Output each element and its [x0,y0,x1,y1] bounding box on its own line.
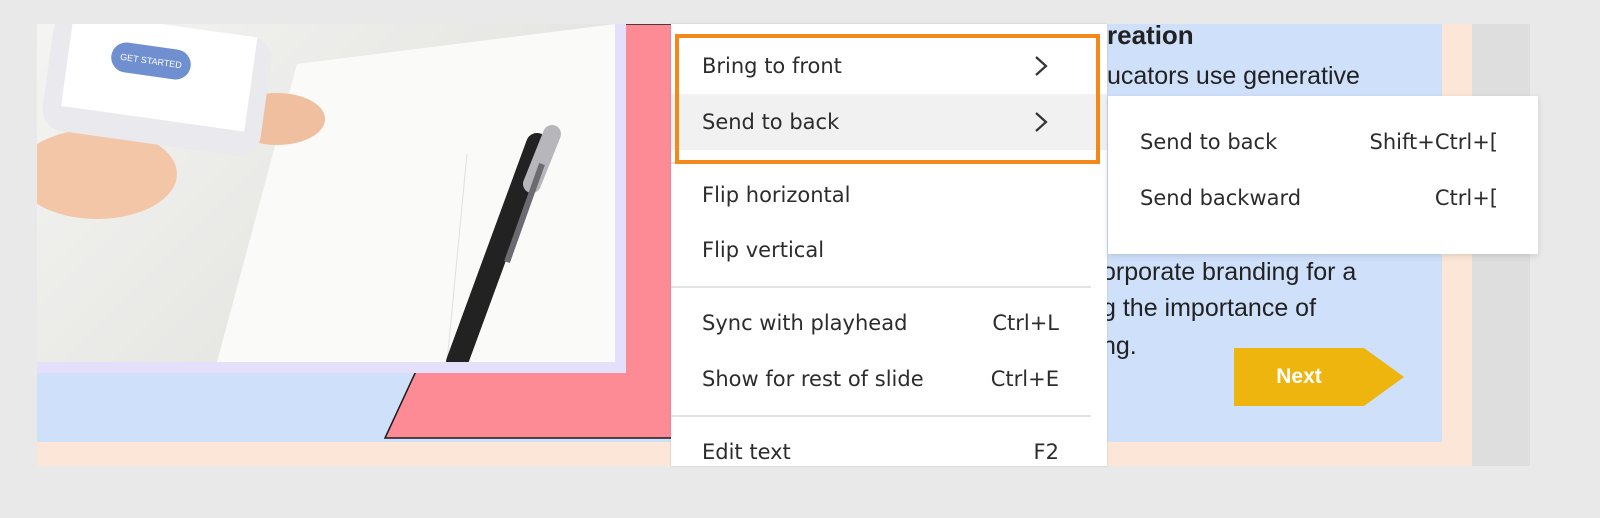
sync-shortcut: Ctrl+L [992,311,1059,335]
menu-item-flip-horizontal[interactable]: Flip horizontal [671,167,1107,223]
menu-divider [671,162,1091,164]
edit-text-shortcut: F2 [1033,440,1059,464]
menu-item-sync-with-playhead[interactable]: Sync with playhead Ctrl+L [671,295,1107,351]
slide-text-line-2: orporate branding for a [1102,258,1357,286]
flip-vertical-label: Flip vertical [702,238,825,262]
slide-text-line-3: g the importance of [1102,294,1317,322]
menu-divider [671,415,1091,417]
menu-item-edit-text[interactable]: Edit text F2 [671,424,1107,466]
notebook-photo: GET STARTED [37,24,626,373]
send-to-back-label: Send to back [702,110,840,134]
slide-text-line-4: ng. [1102,332,1137,360]
chevron-right-icon [1035,112,1048,132]
submenu-send-to-back-shortcut: Shift+Ctrl+[ [1369,130,1498,154]
submenu-item-send-backward[interactable]: Send backward Ctrl+[ [1108,170,1538,226]
bring-to-front-label: Bring to front [702,54,842,78]
menu-item-show-for-rest-of-slide[interactable]: Show for rest of slide Ctrl+E [671,351,1107,407]
show-rest-shortcut: Ctrl+E [990,367,1059,391]
menu-divider [671,286,1091,288]
submenu-send-backward-shortcut: Ctrl+[ [1434,186,1498,210]
chevron-right-icon [1035,56,1048,76]
edit-text-label: Edit text [702,440,791,464]
photo-illustration [37,24,615,362]
arrange-submenu: Send to back Shift+Ctrl+[ Send backward … [1108,96,1538,254]
submenu-send-backward-label: Send backward [1140,186,1302,210]
flip-horizontal-label: Flip horizontal [702,183,851,207]
next-button-label: Next [1276,365,1322,388]
submenu-send-to-back-label: Send to back [1140,130,1278,154]
sync-with-playhead-label: Sync with playhead [702,311,908,335]
next-button[interactable]: Next [1234,348,1404,406]
menu-item-bring-to-front[interactable]: Bring to front [671,38,1107,94]
slide-heading: reation [1107,24,1194,50]
submenu-item-send-to-back[interactable]: Send to back Shift+Ctrl+[ [1108,114,1538,170]
context-menu: Bring to front Send to back Flip horizon… [671,24,1107,466]
menu-item-flip-vertical[interactable]: Flip vertical [671,222,1107,278]
slide-text-line-1: ucators use generative [1107,62,1360,90]
menu-item-send-to-back[interactable]: Send to back [671,94,1107,150]
show-rest-label: Show for rest of slide [702,367,924,391]
